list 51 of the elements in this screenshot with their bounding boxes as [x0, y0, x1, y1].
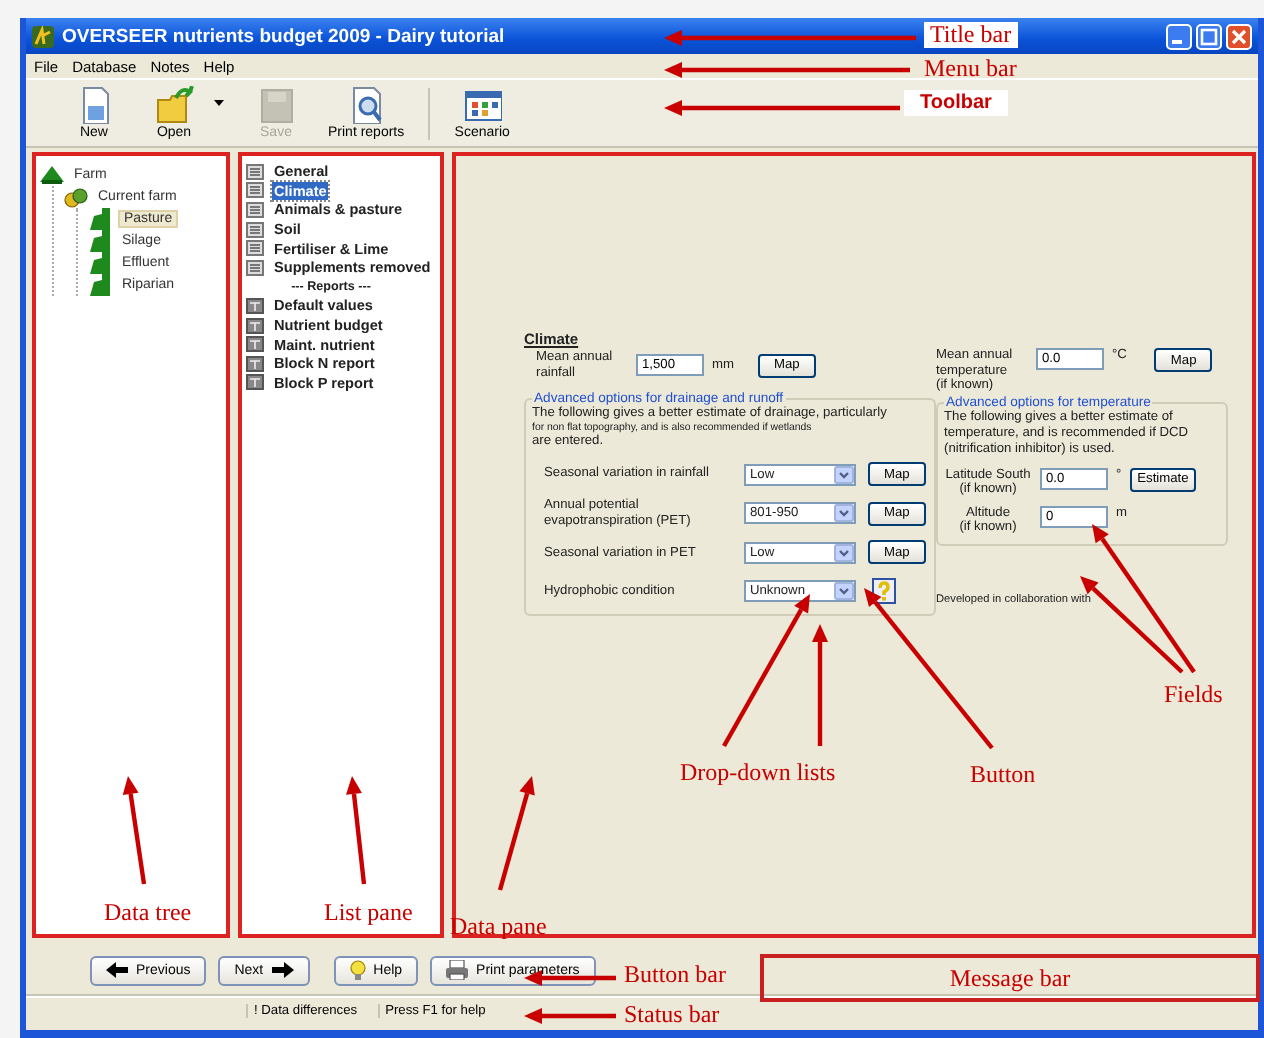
paddock-icon: [88, 208, 112, 230]
report-icon: [246, 336, 264, 353]
dropdown-arrow-icon: [834, 581, 854, 600]
save-icon: [257, 86, 295, 124]
dropdown-arrow-icon: [834, 465, 854, 484]
right-arrow-icon: [271, 962, 294, 978]
report-icon: [246, 317, 264, 334]
annotation-label: Fields: [1164, 680, 1223, 708]
app-logo-icon: [32, 25, 54, 47]
annotation-label: Button bar: [624, 960, 726, 988]
print-icon: [347, 86, 386, 124]
paddock-icon: [88, 252, 112, 274]
annotation-arrow: [524, 1008, 616, 1024]
close-icon[interactable]: [1226, 23, 1252, 49]
annotation-label: List pane: [324, 898, 413, 926]
annotation-arrow: [497, 776, 535, 891]
maximize-icon[interactable]: [1196, 23, 1222, 49]
farm-group-icon: [64, 186, 88, 208]
scenario-icon: [463, 86, 502, 124]
annotation-label: Toolbar: [904, 90, 1008, 116]
annotation-arrow: [122, 776, 147, 885]
page-lines-icon: [246, 221, 264, 238]
page-lines-icon: [246, 182, 264, 199]
page-lines-icon: [246, 201, 264, 218]
paddock-icon: [88, 230, 112, 252]
lightbulb-icon: [349, 960, 366, 980]
annotation-label: Button: [970, 760, 1036, 788]
annotation-label: Status bar: [624, 1000, 720, 1028]
message-bar: Message bar: [760, 954, 1260, 1002]
annotation-label: Data tree: [104, 898, 192, 926]
page-lines-icon: [246, 240, 264, 257]
annotation-label: Title bar: [924, 22, 1018, 48]
report-icon: [246, 355, 264, 372]
help-icon[interactable]: [872, 577, 896, 604]
report-icon: [246, 374, 264, 391]
dropdown-arrow-icon: [834, 504, 854, 523]
report-icon: [246, 297, 264, 314]
page-lines-icon: [246, 163, 264, 180]
dropdown-caret-icon[interactable]: [214, 100, 224, 106]
page-lines-icon: [246, 259, 264, 276]
left-arrow-icon: [106, 962, 128, 978]
annotation-label: Drop-down lists: [680, 758, 836, 786]
farm-icon: [40, 164, 64, 186]
dropdown-arrow-icon: [834, 543, 854, 562]
open-icon: [155, 86, 193, 124]
annotation-arrow: [346, 776, 367, 885]
annotation-label: Menu bar: [924, 54, 1017, 82]
printer-icon: [446, 960, 469, 980]
paddock-icon: [88, 274, 112, 296]
window-title: OVERSEER nutrients budget 2009 - Dairy tutorial: [62, 25, 505, 47]
minimize-icon[interactable]: [1166, 23, 1192, 49]
